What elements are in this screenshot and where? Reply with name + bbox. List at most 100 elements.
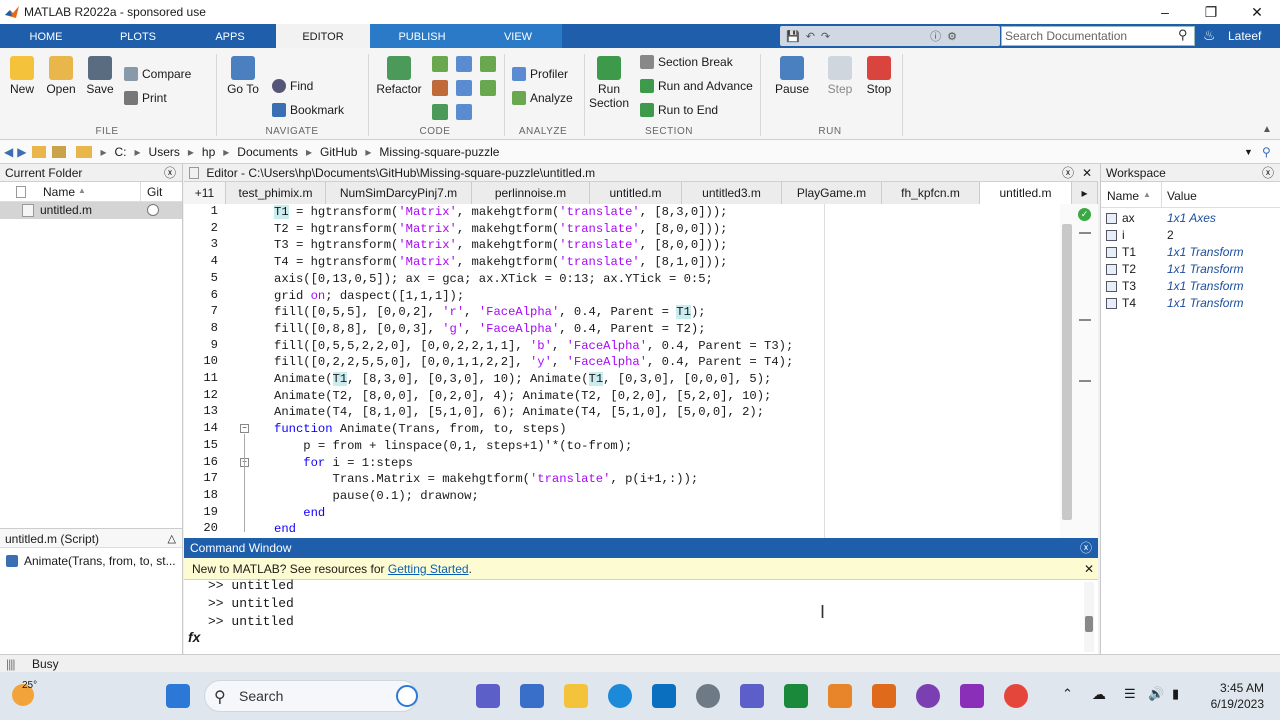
scrollbar-thumb[interactable] (1062, 224, 1072, 520)
edge-icon[interactable] (608, 684, 632, 708)
up-folder-icon[interactable] (32, 145, 47, 158)
column-name[interactable]: Name (1107, 189, 1139, 203)
quick-access-toolbar[interactable]: 💾 ↶ ↷ ⓘ ⚙ (780, 26, 1000, 46)
matlab-taskbar-icon[interactable] (872, 684, 896, 708)
minimize-icon[interactable]: – (1142, 0, 1188, 24)
stop-button[interactable]: Stop (862, 56, 896, 96)
editor-scrollbar[interactable]: ✓ (1060, 204, 1098, 538)
file-tab[interactable]: PlayGame.m (782, 182, 882, 204)
clipchamp-icon[interactable] (960, 684, 984, 708)
wifi-icon[interactable]: ☰ (1124, 686, 1136, 702)
new-button[interactable]: New (6, 56, 38, 96)
panel-menu-icon[interactable]: ⓧ (164, 164, 176, 182)
undo-icon[interactable]: ↶ (806, 30, 815, 43)
indent-icon[interactable] (480, 56, 496, 72)
start-menu-icon[interactable] (166, 684, 190, 708)
github-desktop-icon[interactable] (916, 684, 940, 708)
restore-icon[interactable]: ❐ (1188, 0, 1234, 24)
smart-indent-icon[interactable] (432, 80, 448, 96)
user-menu[interactable]: Lateef (1228, 24, 1261, 48)
file-tab[interactable]: test_phimix.m (226, 182, 326, 204)
workspace-var-row[interactable]: T1 1x1 Transform (1101, 244, 1280, 261)
help-icon[interactable]: ⓘ (930, 28, 941, 44)
browse-folder-icon[interactable] (52, 145, 67, 158)
store-icon[interactable] (520, 684, 544, 708)
chevron-down-icon[interactable]: ▼ (1244, 147, 1253, 157)
find-button[interactable]: Find (272, 79, 313, 93)
file-explorer-icon[interactable] (564, 684, 588, 708)
close-icon[interactable]: ✕ (1234, 0, 1280, 24)
fx-prompt-icon[interactable]: fx (188, 629, 200, 645)
chrome-icon[interactable] (1004, 684, 1028, 708)
profiler-button[interactable]: Profiler (512, 67, 568, 81)
section-break-button[interactable]: Section Break (640, 55, 733, 69)
breadcrumb-github[interactable]: GitHub (320, 145, 357, 159)
save-button[interactable]: Save (84, 56, 116, 96)
chevron-up-icon[interactable]: △ (168, 529, 176, 549)
code-icon[interactable] (456, 104, 472, 120)
bing-icon[interactable] (396, 685, 418, 707)
breadcrumb-users[interactable]: Users (149, 145, 180, 159)
redo-icon[interactable]: ↷ (821, 30, 830, 43)
taskbar-search-input[interactable]: Search (204, 680, 418, 712)
print-button[interactable]: Print (124, 91, 167, 105)
bell-icon[interactable]: ♨ (1203, 27, 1216, 44)
analyze-button[interactable]: Analyze (512, 91, 573, 105)
file-tab[interactable]: untitled3.m (682, 182, 782, 204)
workspace-var-row[interactable]: ax 1x1 Axes (1101, 210, 1280, 227)
bookmark-button[interactable]: Bookmark (272, 103, 344, 117)
tab-overflow[interactable]: +11 (184, 182, 226, 204)
list-item[interactable]: untitled.m (0, 202, 182, 219)
run-section-button[interactable]: Run Section (588, 56, 630, 110)
workspace-var-row[interactable]: i2 (1101, 227, 1280, 244)
settings-gear-icon[interactable] (696, 684, 720, 708)
breadcrumb-project[interactable]: Missing-square-puzzle (379, 145, 499, 159)
settings-icon[interactable]: ⚙ (947, 30, 957, 43)
column-value[interactable]: Value (1167, 189, 1197, 203)
forward-icon[interactable]: ▶ (17, 145, 26, 159)
search-documentation-input[interactable]: Search Documentation (1001, 26, 1195, 46)
tab-publish[interactable]: PUBLISH (370, 24, 474, 48)
search-icon[interactable]: ⚲ (1178, 27, 1188, 43)
address-bar[interactable]: ◀ ▶ ▸ C: ▸ Users ▸ hp ▸ Documents ▸ GitH… (0, 140, 1280, 164)
tab-editor[interactable]: EDITOR (276, 24, 370, 48)
command-scrollbar[interactable] (1084, 582, 1094, 652)
clock[interactable]: 3:45 AM 6/19/2023 (1211, 680, 1264, 712)
open-button[interactable]: Open (44, 56, 78, 96)
increase-indent-icon[interactable] (456, 80, 472, 96)
xbox-icon[interactable] (784, 684, 808, 708)
scrollbar-thumb[interactable] (1085, 616, 1093, 632)
editor-menu-icon[interactable]: ⓧ (1062, 164, 1074, 182)
run-to-end-button[interactable]: Run to End (640, 103, 718, 117)
column-git[interactable]: Git (147, 185, 162, 199)
panel-menu-icon[interactable]: ⓧ (1080, 538, 1092, 558)
workspace-var-row[interactable]: T4 1x1 Transform (1101, 295, 1280, 312)
breadcrumb-hp[interactable]: hp (202, 145, 215, 159)
code-area[interactable]: 1 2 3 4 5 6 7 8 9 10 11 12 13 14 15 16 1… (184, 204, 1060, 538)
save-icon[interactable]: 💾 (786, 30, 800, 43)
details-function[interactable]: Animate(Trans, from, to, st... (0, 552, 182, 570)
teams-icon[interactable] (740, 684, 764, 708)
back-icon[interactable]: ◀ (4, 145, 13, 159)
file-tab[interactable]: untitled.m (590, 182, 682, 204)
workspace-var-row[interactable]: T3 1x1 Transform (1101, 278, 1280, 295)
decrease-indent-icon[interactable] (480, 80, 496, 96)
tab-apps[interactable]: APPS (184, 24, 276, 48)
remote-desktop-icon[interactable] (652, 684, 676, 708)
cloud-icon[interactable]: ☁ (1092, 686, 1106, 703)
step-button[interactable]: Step (822, 56, 858, 96)
workspace-var-row[interactable]: T2 1x1 Transform (1101, 261, 1280, 278)
breadcrumb-documents[interactable]: Documents (237, 145, 298, 159)
file-tab[interactable]: fh_kpfcn.m (882, 182, 980, 204)
tab-more-icon[interactable]: ▸ (1072, 182, 1098, 204)
column-name[interactable]: Name (43, 185, 75, 199)
file-tab-active[interactable]: untitled.m (980, 182, 1072, 204)
search-icon[interactable]: ⚲ (1262, 145, 1271, 159)
chevron-up-icon[interactable]: ⌃ (1062, 686, 1073, 702)
panel-menu-icon[interactable]: ⓧ (1262, 164, 1274, 182)
close-icon[interactable]: ✕ (1084, 558, 1094, 580)
breadcrumb-drive[interactable]: C: (115, 145, 127, 159)
refactor-button[interactable]: Refactor (374, 56, 424, 96)
fx-insert-icon[interactable] (432, 104, 448, 120)
details-header[interactable]: untitled.m (Script) △ (0, 528, 182, 548)
